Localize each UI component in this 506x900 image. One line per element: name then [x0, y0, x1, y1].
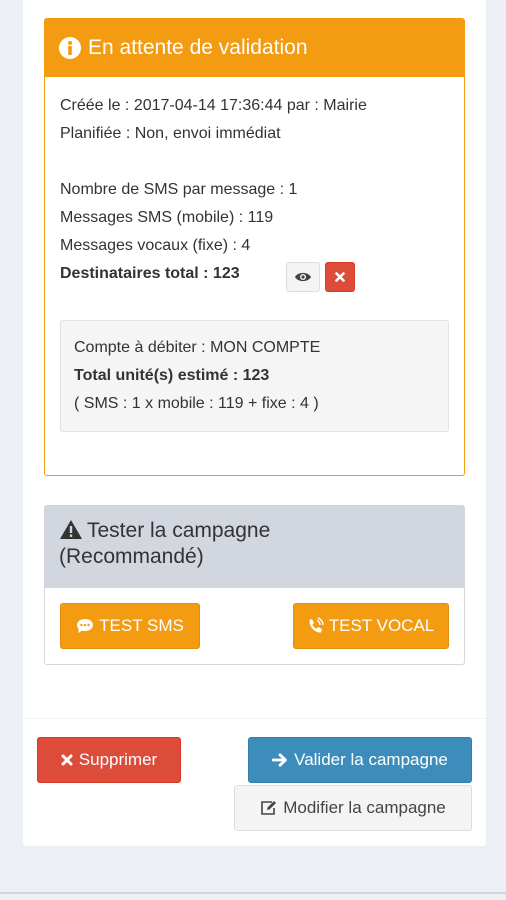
sms-per-message: Nombre de SMS par message : 1: [60, 181, 298, 198]
pending-validation-box: En attente de validation Créée le : 2017…: [44, 18, 465, 476]
view-recipients-button[interactable]: [286, 262, 320, 292]
account-to-debit: Compte à débiter : MON COMPTE: [74, 339, 321, 356]
edit-icon: [261, 801, 277, 815]
test-campaign-title: Tester la campagne: [87, 519, 271, 542]
test-campaign-header: Tester la campagne (Recommandé): [45, 506, 464, 588]
test-campaign-subtitle: (Recommandé): [59, 545, 204, 568]
units-breakdown: ( SMS : 1 x mobile : 119 + fixe : 4 ): [74, 395, 319, 412]
test-sms-button[interactable]: TEST SMS: [60, 603, 200, 649]
info-circle-icon: [59, 37, 81, 59]
validate-campaign-label: Valider la campagne: [294, 750, 448, 769]
close-icon: [335, 272, 345, 282]
remove-recipients-button[interactable]: [325, 262, 355, 292]
test-sms-label: TEST SMS: [99, 616, 184, 635]
recipients-total: Destinataires total : 123: [60, 265, 240, 282]
comment-dots-icon: [77, 619, 94, 633]
footer-divider: [23, 718, 486, 719]
created-info: Créée le : 2017-04-14 17:36:44 par : Mai…: [60, 97, 367, 114]
modify-campaign-button[interactable]: Modifier la campagne: [234, 785, 472, 831]
validate-campaign-button[interactable]: Valider la campagne: [248, 737, 472, 783]
sms-mobile-count: Messages SMS (mobile) : 119: [60, 209, 274, 226]
test-campaign-box: Tester la campagne (Recommandé) TEST SMS…: [44, 505, 465, 665]
billing-summary: Compte à débiter : MON COMPTE Total unit…: [60, 320, 449, 432]
planned-info: Planifiée : Non, envoi immédiat: [60, 125, 281, 142]
test-vocal-button[interactable]: TEST VOCAL: [293, 603, 449, 649]
pending-validation-header: En attente de validation: [45, 19, 464, 77]
delete-label: Supprimer: [78, 750, 158, 769]
close-icon: [61, 754, 73, 766]
phone-volume-icon: [309, 617, 324, 633]
page-bottom-border: [0, 892, 506, 894]
warning-triangle-icon: [60, 520, 82, 539]
test-vocal-label: TEST VOCAL: [328, 616, 435, 635]
eye-icon: [295, 272, 311, 282]
voice-fixed-count: Messages vocaux (fixe) : 4: [60, 237, 251, 254]
delete-button[interactable]: Supprimer: [37, 737, 181, 783]
total-units: Total unité(s) estimé : 123: [74, 367, 270, 384]
pending-validation-title: En attente de validation: [88, 36, 308, 59]
modify-campaign-label: Modifier la campagne: [283, 798, 446, 817]
arrow-right-icon: [272, 753, 288, 767]
